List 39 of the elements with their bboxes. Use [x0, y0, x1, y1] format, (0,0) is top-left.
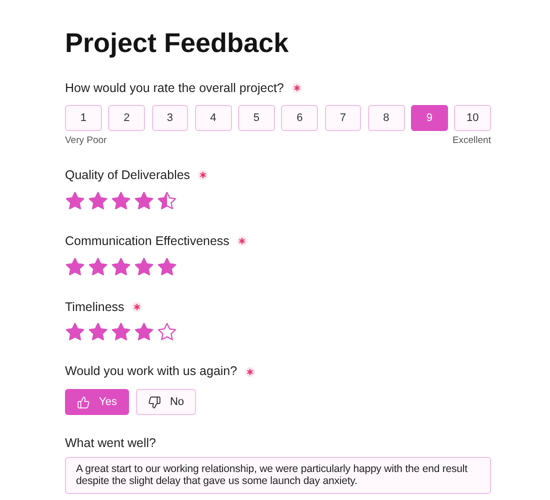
empty-star-icon[interactable]	[157, 322, 177, 342]
rating-option[interactable]: 4	[194, 104, 232, 131]
no-button[interactable]: No	[136, 389, 196, 415]
half-star-icon[interactable]	[157, 190, 177, 211]
rating-option[interactable]: 8	[368, 104, 404, 131]
question-label: Communication Effectiveness	[65, 232, 230, 250]
question-label: Quality of Deliverables	[65, 167, 190, 184]
rating-option[interactable]: 6	[281, 104, 318, 131]
page-title: Project Feedback	[65, 27, 290, 60]
filled-star-icon[interactable]	[65, 322, 85, 342]
filled-star-icon[interactable]	[111, 256, 131, 276]
filled-star-icon[interactable]	[111, 190, 131, 211]
thumbs-up-icon	[77, 396, 90, 408]
filled-star-icon[interactable]	[65, 256, 85, 276]
filled-star-icon[interactable]	[65, 190, 85, 211]
filled-star-icon[interactable]	[88, 322, 108, 342]
rating-option[interactable]: 1	[65, 104, 102, 131]
filled-star-icon[interactable]	[157, 256, 177, 276]
yes-button[interactable]: Yes	[65, 389, 129, 415]
filled-star-icon[interactable]	[134, 190, 154, 211]
question-label: How would you rate the overall project?	[65, 80, 284, 97]
scale-min-label: Very Poor	[65, 134, 107, 148]
question-label: Timeliness	[65, 298, 124, 316]
filled-star-icon[interactable]	[111, 322, 131, 342]
question-label: Would you work with us again?	[65, 363, 238, 380]
rating-option[interactable]: 3	[152, 104, 188, 131]
filled-star-icon[interactable]	[134, 256, 154, 276]
rating-option[interactable]: 9	[411, 104, 448, 131]
filled-star-icon[interactable]	[134, 322, 154, 342]
rating-option[interactable]: 7	[324, 104, 362, 131]
rating-option[interactable]: 2	[108, 104, 145, 131]
question-label: What went well?	[65, 435, 158, 452]
answer-box[interactable]: A great start to our working relationship, we were particularly happy with the end result despite the slight delay that gave us some launch day anxiety.	[65, 456, 491, 494]
scale-max-label: Excellent	[452, 134, 491, 148]
rating-option[interactable]: 5	[238, 104, 275, 131]
rating-option[interactable]: 10	[454, 104, 491, 131]
filled-star-icon[interactable]	[88, 190, 108, 211]
thumbs-down-icon	[148, 396, 161, 408]
filled-star-icon[interactable]	[88, 256, 108, 276]
